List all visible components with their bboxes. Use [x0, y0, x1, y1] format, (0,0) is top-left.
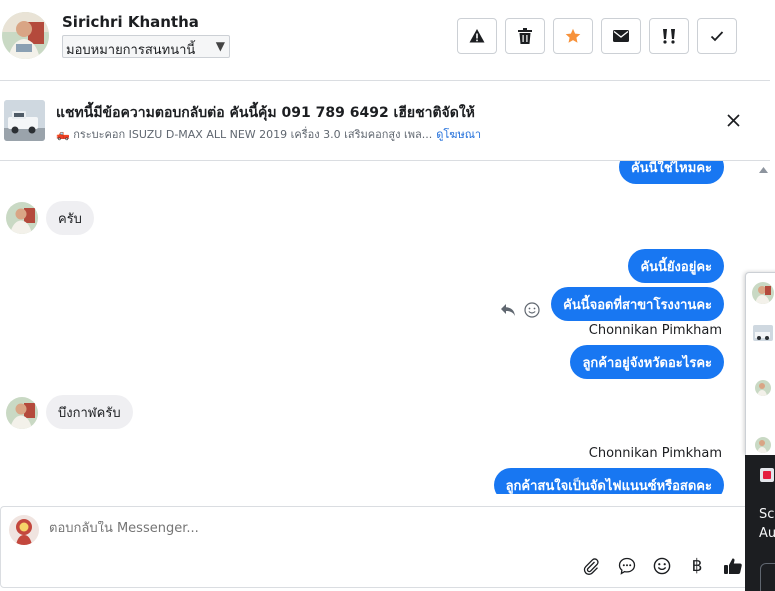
side-avatar[interactable]	[752, 282, 774, 304]
report-button[interactable]	[457, 18, 497, 54]
contact-avatar[interactable]	[2, 12, 49, 59]
star-button[interactable]	[553, 18, 593, 54]
side-ad-thumbnail[interactable]	[753, 325, 773, 341]
assign-conversation-select[interactable]: มอบหมายการสนทนานี้ ▼	[62, 35, 230, 58]
message-bubble-outgoing[interactable]: คันนี้จอดที่สาขาโรงงานคะ	[551, 287, 724, 321]
message-text: คันนี้ยังอยู่คะ	[640, 259, 712, 275]
attach-button[interactable]	[580, 555, 602, 577]
conversation-header: Sirichri Khantha มอบหมายการสนทนานี้ ▼	[0, 0, 770, 81]
notification-line: Sc	[759, 507, 775, 522]
warning-icon	[469, 29, 485, 43]
ad-description: 🛻 กระบะคอก ISUZU D-MAX ALL NEW 2019 เครื…	[56, 128, 433, 141]
emoji-icon	[653, 557, 671, 575]
envelope-icon	[613, 30, 629, 42]
contact-avatar-small	[6, 202, 38, 234]
page-avatar	[9, 515, 39, 545]
view-ad-link[interactable]: ดูโฆษณา	[436, 128, 481, 141]
app-icon	[760, 468, 774, 482]
scroll-up-arrow-icon[interactable]	[757, 165, 770, 175]
assign-select-value: มอบหมายการสนทนานี้	[66, 43, 196, 58]
reply-icon[interactable]	[499, 301, 517, 319]
sender-name: Chonnikan Pimkham	[588, 446, 722, 461]
ad-subtitle: 🛻 กระบะคอก ISUZU D-MAX ALL NEW 2019 เครื…	[56, 125, 481, 143]
delete-button[interactable]	[505, 18, 545, 54]
payment-baht-icon[interactable]: ฿	[686, 555, 708, 577]
sender-name: Chonnikan Pimkham	[588, 323, 722, 338]
reply-input[interactable]	[49, 521, 729, 536]
emoji-button[interactable]	[651, 555, 673, 577]
thumbs-up-icon	[724, 558, 742, 574]
check-icon	[710, 31, 724, 42]
reply-composer: ฿	[0, 506, 770, 588]
thumbs-up-button[interactable]	[722, 555, 744, 577]
follow-up-button[interactable]	[649, 18, 689, 54]
contact-avatar-small	[6, 397, 38, 429]
message-text: คันนี้ใช่ไหมคะ	[631, 161, 712, 176]
notification-line: Au	[759, 526, 775, 541]
ad-thumbnail[interactable]	[4, 100, 45, 141]
mark-unread-button[interactable]	[601, 18, 641, 54]
close-banner-button[interactable]	[722, 109, 744, 131]
paperclip-icon	[583, 558, 599, 575]
star-icon	[565, 28, 581, 43]
message-text: บึงกาฬครับ	[58, 405, 121, 421]
chat-bubble-icon	[618, 557, 636, 575]
notification-action-tile[interactable]	[760, 563, 775, 591]
message-bubble-outgoing[interactable]: ลูกค้าอยู่จังหวัดอะไรคะ	[570, 345, 724, 379]
ad-title: แชทนี้มีข้อความตอบกลับต่อ คันนี้คุ้ม 091…	[56, 105, 475, 121]
side-avatar[interactable]	[755, 380, 771, 396]
contact-name[interactable]: Sirichri Khantha	[62, 13, 199, 31]
notification-panel[interactable]: Sc Au	[745, 455, 775, 591]
message-text: ลูกค้าสนใจเป็นจัดไฟแนนซ์หรือสดคะ	[505, 478, 712, 494]
saved-replies-button[interactable]	[616, 555, 638, 577]
close-icon	[726, 113, 740, 127]
react-smiley-icon[interactable]	[523, 301, 541, 319]
message-bubble-incoming[interactable]: บึงกาฬครับ	[46, 395, 133, 429]
message-bubble-outgoing[interactable]: ลูกค้าสนใจเป็นจัดไฟแนนซ์หรือสดคะ	[493, 468, 724, 494]
message-text: ลูกค้าอยู่จังหวัดอะไรคะ	[582, 355, 712, 371]
message-bubble-incoming[interactable]: ครับ	[46, 201, 94, 235]
message-text: คันนี้จอดที่สาขาโรงงานคะ	[563, 297, 712, 313]
done-button[interactable]	[697, 18, 737, 54]
ad-reply-banner: แชทนี้มีข้อความตอบกลับต่อ คันนี้คุ้ม 091…	[0, 81, 770, 161]
message-bubble-outgoing[interactable]: คันนี้ยังอยู่คะ	[628, 249, 724, 283]
side-avatar[interactable]	[755, 437, 771, 453]
chevron-down-icon: ▼	[215, 39, 225, 53]
message-bubble-outgoing[interactable]: คันนี้ใช่ไหมคะ	[619, 161, 724, 184]
side-conversation-panel[interactable]	[745, 272, 775, 455]
follow-up-icon	[663, 29, 675, 44]
message-text: ครับ	[58, 211, 82, 227]
message-thread[interactable]: คันนี้ใช่ไหมคะ ครับ คันนี้ยังอยู่คะ คันน…	[0, 161, 757, 494]
trash-icon	[518, 28, 532, 44]
